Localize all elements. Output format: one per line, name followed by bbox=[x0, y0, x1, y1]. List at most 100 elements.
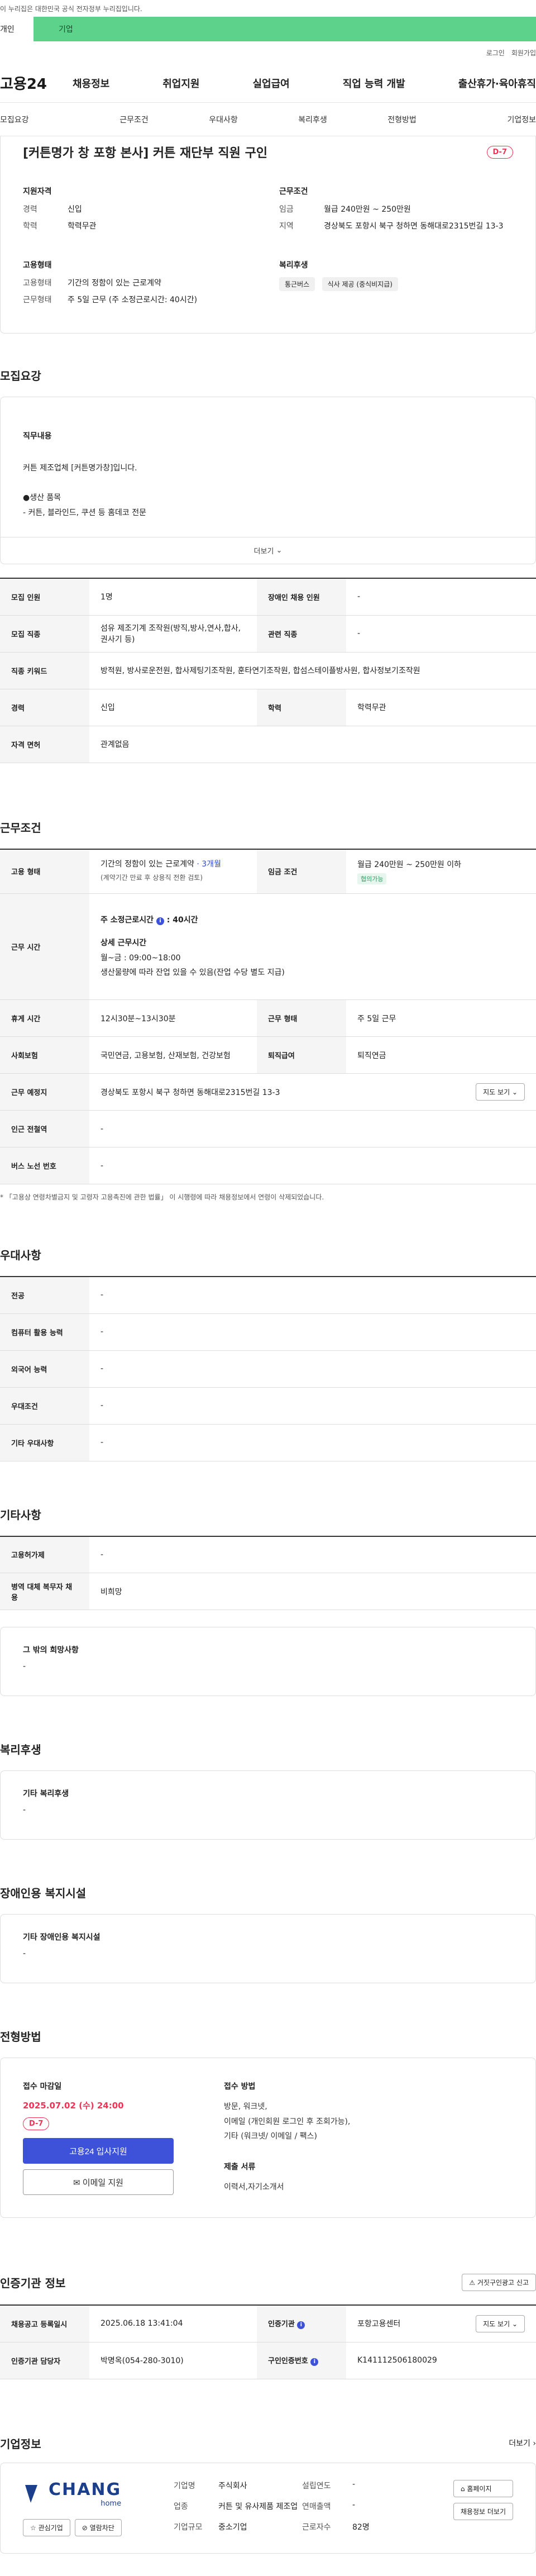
cert-map-button[interactable]: 지도 보기 ⌄ bbox=[476, 2315, 525, 2332]
user-type-tabs: 개인 기업 bbox=[0, 17, 536, 41]
cert-table: 채용공고 등록일시 2025.06.18 13:41:04 인증기관 i 포항고용센터… bbox=[0, 2304, 536, 2379]
report-button[interactable]: ⚠ 거짓구인광고 신고 bbox=[462, 2274, 536, 2291]
welfare-chip: 통근버스 bbox=[279, 277, 315, 291]
table-row: 경력 신입 학력 학력무관 bbox=[0, 689, 536, 726]
table-row: 모집 직종 섬유 제조기계 조작원(방직,방사,연사,합사, 권사기 등) 관련 직… bbox=[0, 615, 536, 653]
email-apply-button[interactable]: ✉ 이메일 지원 bbox=[23, 2169, 174, 2195]
homepage-button[interactable]: ⌂ 홈페이지 bbox=[453, 2479, 513, 2497]
favorite-company-button[interactable]: ☆ 관심기업 bbox=[23, 2518, 70, 2536]
apply-button[interactable]: 고용24 입사지원 bbox=[23, 2138, 174, 2164]
table-row: 인증기관 담당자 박명옥(054-280-3010) 구인인증번호 i K141112… bbox=[0, 2342, 536, 2379]
company-section-title: 기업정보 bbox=[0, 2437, 41, 2451]
anchor-benefit[interactable]: 복리후생 bbox=[268, 114, 357, 125]
table-row: 근무 시간 주 소정근로시간 i : 40시간 상세 근무시간 월~금 : 09… bbox=[0, 893, 536, 1000]
gnb-item-leave[interactable]: 출산휴가·육아휴직 bbox=[458, 76, 536, 91]
age-law-note: * 「고용상 연령차별금지 및 고령자 고용촉진에 관한 법률」 이 시행령에 … bbox=[0, 1193, 324, 1201]
table-row: 모집 인원 1명 장애인 채용 인원 - bbox=[0, 578, 536, 616]
disabled-section-title: 장애인용 복지시설 bbox=[0, 1887, 87, 1900]
disabled-facility-box: 기타 장애인용 복지시설 - bbox=[0, 1914, 536, 1983]
gnb-item-training[interactable]: 직업 능력 개발 bbox=[343, 76, 405, 91]
info-icon[interactable]: i bbox=[297, 2321, 305, 2330]
tab-person[interactable]: 개인 bbox=[0, 17, 34, 41]
etc-section-title: 기타사항 bbox=[0, 1508, 41, 1522]
welfare-chip: 식사 제공 (중식비지급) bbox=[322, 277, 398, 291]
recruit-section-title: 모집요강 bbox=[0, 369, 41, 383]
siren-icon: ⚠ bbox=[469, 2279, 476, 2287]
table-row: 전공 - bbox=[0, 1277, 536, 1314]
deadline-text: 2025.07.02 (수) 24:00 bbox=[23, 2101, 124, 2111]
process-section-title: 전형방법 bbox=[0, 2030, 41, 2044]
table-row: 외국어 능력 - bbox=[0, 1350, 536, 1388]
table-row: 직종 키워드 방적원, 방사로운전원, 합사제팅기조작원, 훈타연기조작원, 합섬… bbox=[0, 652, 536, 689]
process-box: 접수 마감일 2025.07.02 (수) 24:00 D-7 고용24 입사지… bbox=[0, 2058, 536, 2218]
home-icon: ⌂ bbox=[460, 2484, 465, 2493]
conditions-block: 근무조건 임금 월급 240만원 ~ 250만원 지역 경상북도 포항시 북구 청하… bbox=[279, 187, 504, 231]
join-link[interactable]: 회원가입 bbox=[511, 48, 536, 58]
table-row: 병역 대체 복무자 채용 비희망 bbox=[0, 1573, 536, 1610]
employment-block: 고용형태 고용형태 기간의 정함이 있는 근로계약 근무형태 주 5일 근무 (주 … bbox=[23, 261, 198, 304]
table-row: 근무 예정지 경상북도 포항시 북구 청하면 동해대로2315번길 13-3 지도 … bbox=[0, 1073, 536, 1111]
dday-badge: D-7 bbox=[486, 145, 513, 159]
block-company-button[interactable]: ⊘ 열람차단 bbox=[74, 2518, 122, 2536]
site-logo[interactable]: 고용24 bbox=[0, 73, 56, 93]
table-row: 버스 노선 번호 - bbox=[0, 1147, 536, 1184]
preference-table: 전공 - 컴퓨터 활용 능력 - 외국어 능력 - 우대조건 - 기타 우대사항 - bbox=[0, 1276, 536, 1461]
table-row: 컴퓨터 활용 능력 - bbox=[0, 1313, 536, 1351]
recruit-table: 모집 인원 1명 장애인 채용 인원 - 모집 직종 섬유 제조기계 조작원(방직,방사… bbox=[0, 578, 536, 763]
desc-heading: 직무내용 bbox=[23, 431, 52, 441]
job-summary-card: [커튼명가 창 포항 본사] 커튼 재단부 직원 구인 D-7 지원자격 경력 신… bbox=[0, 136, 536, 334]
cert-section-title: 인증기관 정보 bbox=[0, 2277, 66, 2290]
preference-section-title: 우대사항 bbox=[0, 1249, 41, 1262]
info-icon[interactable]: i bbox=[156, 917, 164, 926]
gnb-item-unemployment[interactable]: 실업급여 bbox=[253, 76, 290, 91]
company-logo-mark bbox=[25, 2484, 37, 2503]
more-button[interactable]: 더보기 ⌄ bbox=[1, 537, 535, 564]
gnb-item-jobs[interactable]: 채용정보 bbox=[73, 76, 109, 91]
login-link[interactable]: 로그인 bbox=[486, 48, 505, 58]
table-row: 채용공고 등록일시 2025.06.18 13:41:04 인증기관 i 포항고용센터… bbox=[0, 2305, 536, 2342]
benefit-section-title: 복리후생 bbox=[0, 1743, 41, 1756]
star-icon: ☆ bbox=[30, 2523, 36, 2532]
global-nav: 고용24 채용정보 취업지원 실업급여 직업 능력 개발 출산휴가·육아휴직 bbox=[0, 64, 536, 103]
table-row: 고용 형태 기간의 정함이 있는 근로계약 · 3개월 (계약기간 만료 후 상용… bbox=[0, 849, 536, 894]
block-icon: ⊘ bbox=[82, 2523, 88, 2532]
table-row: 기타 우대사항 - bbox=[0, 1424, 536, 1461]
mail-icon: ✉ bbox=[73, 2178, 80, 2188]
gnb-item-employment-support[interactable]: 취업지원 bbox=[162, 76, 199, 91]
chevron-down-icon: ⌄ bbox=[276, 546, 283, 555]
negotiable-badge: 협의가능 bbox=[357, 873, 387, 884]
welfare-block: 복리후생 통근버스 식사 제공 (중식비지급) bbox=[279, 259, 513, 311]
table-row: 자격 면허 관계없음 bbox=[0, 726, 536, 763]
table-row: 인근 전철역 - bbox=[0, 1110, 536, 1147]
gov-banner-text: 이 누리집은 대한민국 공식 전자정부 누리집입니다. bbox=[0, 4, 142, 13]
anchor-recruit[interactable]: 모집요강 bbox=[0, 114, 89, 125]
company-logo: CHANG home bbox=[23, 2480, 157, 2508]
etc-table: 고용허가제 - 병역 대체 복무자 채용 비희망 bbox=[0, 1535, 536, 1610]
anchor-company[interactable]: 기업정보 bbox=[447, 114, 536, 125]
work-table: 고용 형태 기간의 정함이 있는 근로계약 · 3개월 (계약기간 만료 후 상용… bbox=[0, 848, 536, 1184]
table-row: 사회보험 국민연금, 고용보험, 산재보험, 건강보험 퇴직급여 퇴직연금 bbox=[0, 1036, 536, 1074]
table-row: 고용허가제 - bbox=[0, 1536, 536, 1573]
job-title: [커튼명가 창 포항 본사] 커튼 재단부 직원 구인 bbox=[23, 146, 268, 160]
tab-corp[interactable]: 기업 bbox=[34, 17, 536, 41]
company-box: CHANG home ☆ 관심기업 ⊘ 열람차단 기업명 주식회사 설립연도 - 업종… bbox=[0, 2462, 536, 2554]
utility-bar: 로그인 회원가입 bbox=[0, 41, 536, 64]
anchor-work[interactable]: 근무조건 bbox=[89, 114, 179, 125]
table-row: 휴게 시간 12시30분~13시30분 근무 형태 주 5일 근무 bbox=[0, 999, 536, 1037]
qualification-block: 지원자격 경력 신입 학력 학력무관 bbox=[23, 187, 97, 231]
dday-badge: D-7 bbox=[23, 2117, 50, 2130]
gov-banner: 이 누리집은 대한민국 공식 전자정부 누리집입니다. bbox=[0, 0, 536, 17]
info-icon[interactable]: i bbox=[310, 2358, 319, 2366]
anchor-nav: 모집요강 근무조건 우대사항 복리후생 전형방법 기업정보 bbox=[0, 103, 536, 136]
other-wish-box: 그 밖의 희망사항 - bbox=[0, 1627, 536, 1696]
desc-text: 커튼 제조업체 [커튼명가창]입니다. ●생산 품목 - 커튼, 블라인드, 쿠… bbox=[23, 463, 146, 517]
job-description-box: 직무내용 커튼 제조업체 [커튼명가창]입니다. ●생산 품목 - 커튼, 블라… bbox=[0, 397, 536, 564]
table-row: 우대조건 - bbox=[0, 1387, 536, 1425]
company-more-link[interactable]: 더보기 › bbox=[509, 2437, 536, 2449]
anchor-preference[interactable]: 우대사항 bbox=[179, 114, 268, 125]
anchor-process[interactable]: 전형방법 bbox=[357, 114, 447, 125]
company-jobs-button[interactable]: 채용정보 더보기 bbox=[453, 2502, 513, 2520]
work-section-title: 근무조건 bbox=[0, 821, 41, 835]
benefit-box: 기타 복리후생 - bbox=[0, 1770, 536, 1840]
map-button[interactable]: 지도 보기 ⌄ bbox=[476, 1083, 525, 1101]
